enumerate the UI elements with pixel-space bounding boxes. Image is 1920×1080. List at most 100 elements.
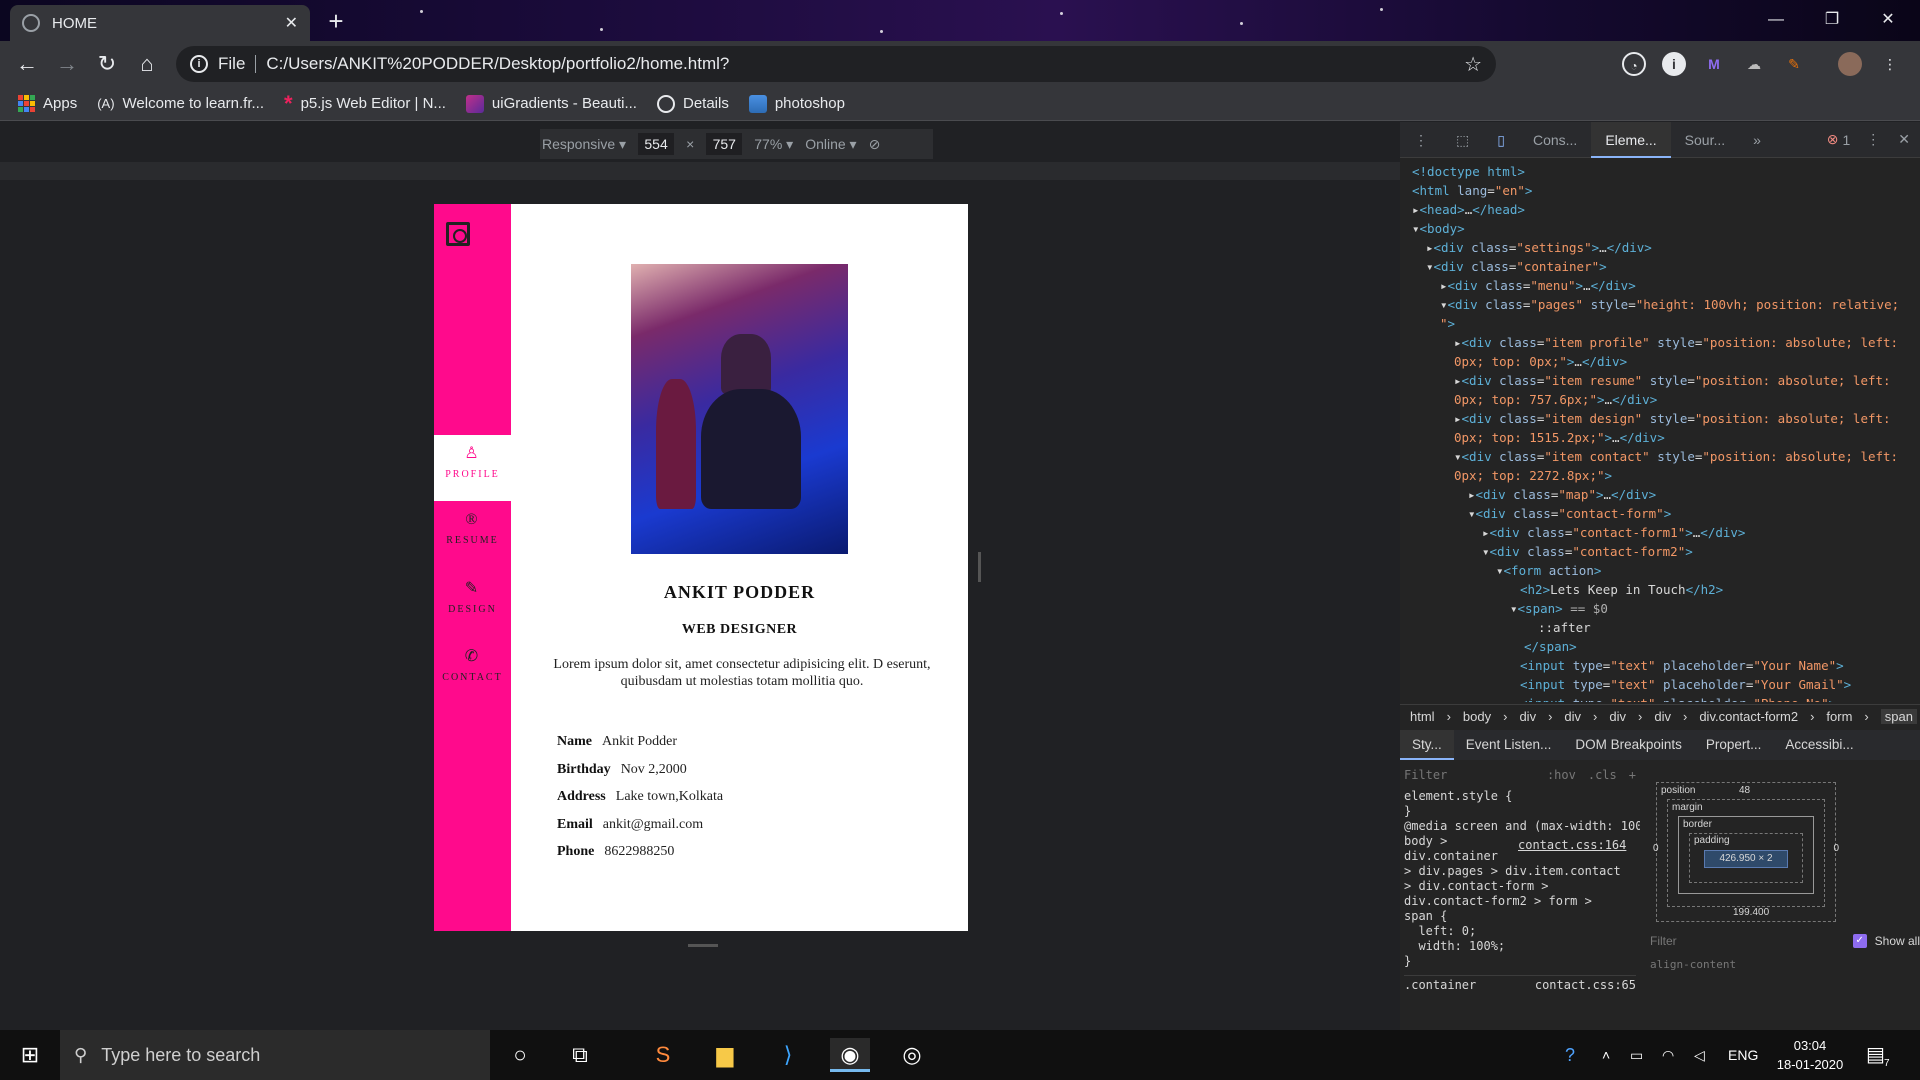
dom-line[interactable]: ▸<div class="item profile" style="positi… bbox=[1400, 333, 1920, 352]
battery-icon[interactable]: ▭ bbox=[1630, 1030, 1643, 1080]
height-input[interactable]: 757 bbox=[706, 133, 743, 155]
dom-line[interactable]: <!doctype html> bbox=[1400, 162, 1920, 181]
app-circle-icon[interactable]: ◎ bbox=[892, 1038, 932, 1072]
rotate-icon[interactable]: ⊘ bbox=[869, 136, 881, 153]
tab-dom-breakpoints[interactable]: DOM Breakpoints bbox=[1563, 730, 1694, 760]
dom-line[interactable]: ▾<div class="item contact" style="positi… bbox=[1400, 447, 1920, 466]
menu-item-profile[interactable]: ♙ PROFILE bbox=[434, 435, 511, 501]
dom-line[interactable]: </span> bbox=[1400, 637, 1920, 656]
vscode-icon[interactable]: ⟩ bbox=[768, 1038, 808, 1072]
address-bar[interactable]: i File C:/Users/ANKIT%20PODDER/Desktop/p… bbox=[176, 46, 1496, 82]
task-view-icon[interactable]: ⧉ bbox=[560, 1038, 600, 1072]
dom-line[interactable]: <input type="text" placeholder="Your Gma… bbox=[1400, 675, 1920, 694]
dom-line-selected[interactable]: ▾<span> == $0 bbox=[1400, 599, 1920, 618]
width-input[interactable]: 554 bbox=[638, 133, 675, 155]
devtools-menu-icon[interactable]: ⋮ bbox=[1400, 122, 1442, 158]
error-icon[interactable]: ⊗ bbox=[1827, 131, 1839, 148]
dom-line[interactable]: <input type="text" placeholder="Your Nam… bbox=[1400, 656, 1920, 675]
avatar[interactable] bbox=[1838, 52, 1862, 76]
file-explorer-icon[interactable]: ▆ bbox=[705, 1038, 745, 1072]
bookmark-apps[interactable]: Apps bbox=[18, 95, 77, 112]
dom-line[interactable]: ▾<body> bbox=[1400, 219, 1920, 238]
zoom-dropdown[interactable]: 77% ▾ bbox=[754, 136, 793, 153]
dom-line[interactable]: 0px; top: 2272.8px;"> bbox=[1400, 466, 1920, 485]
settings-menu-icon[interactable]: ⋮ bbox=[1858, 131, 1888, 148]
bookmark-learn[interactable]: (A) Welcome to learn.fr... bbox=[97, 95, 264, 112]
cortana-icon[interactable]: ○ bbox=[500, 1038, 540, 1072]
new-tab-button[interactable]: + bbox=[320, 8, 352, 36]
resize-handle-right[interactable] bbox=[978, 552, 981, 582]
breadcrumb[interactable]: body bbox=[1463, 709, 1491, 724]
tab-sources[interactable]: Sour... bbox=[1671, 122, 1739, 158]
windows-start-icon[interactable]: ⊞ bbox=[10, 1038, 50, 1072]
dom-line[interactable]: ▾<div class="contact-form2"> bbox=[1400, 542, 1920, 561]
dom-line[interactable]: ▾<div class="container"> bbox=[1400, 257, 1920, 276]
breadcrumb[interactable]: div bbox=[1654, 709, 1671, 724]
dom-line[interactable]: <h2>Lets Keep in Touch</h2> bbox=[1400, 580, 1920, 599]
back-button[interactable]: ← bbox=[12, 49, 42, 79]
close-window-button[interactable]: ✕ bbox=[1860, 4, 1916, 36]
wifi-icon[interactable]: ◠ bbox=[1662, 1030, 1674, 1080]
breadcrumb[interactable]: form bbox=[1826, 709, 1852, 724]
sublime-text-icon[interactable]: S bbox=[643, 1038, 683, 1072]
styles-filter-input[interactable]: Filter bbox=[1404, 768, 1535, 783]
dom-line[interactable]: 0px; top: 0px;">…</div> bbox=[1400, 352, 1920, 371]
taskbar-search[interactable]: ⚲ Type here to search bbox=[60, 1030, 490, 1080]
breadcrumb[interactable]: html bbox=[1410, 709, 1435, 724]
breadcrumb[interactable]: span bbox=[1880, 709, 1917, 724]
dom-line[interactable]: ▾<div class="contact-form"> bbox=[1400, 504, 1920, 523]
menu-item-resume[interactable]: ® RESUME bbox=[434, 503, 511, 569]
more-tabs[interactable]: » bbox=[1739, 122, 1775, 158]
close-devtools-icon[interactable]: ✕ bbox=[1888, 131, 1920, 148]
dom-line[interactable]: ▸<div class="settings">…</div> bbox=[1400, 238, 1920, 257]
chrome-icon[interactable]: ◉ bbox=[830, 1038, 870, 1072]
url-text[interactable]: C:/Users/ANKIT%20PODDER/Desktop/portfoli… bbox=[266, 54, 729, 74]
dom-line[interactable]: ▾<form action> bbox=[1400, 561, 1920, 580]
notification-icon[interactable]: ▤ bbox=[1866, 1030, 1885, 1080]
device-toggle-icon[interactable]: ▯ bbox=[1483, 122, 1519, 158]
tab-styles[interactable]: Sty... bbox=[1400, 730, 1454, 760]
dom-line[interactable]: ▸<div class="item design" style="positio… bbox=[1400, 409, 1920, 428]
settings-gear-icon[interactable] bbox=[446, 222, 470, 246]
more-menu-icon[interactable]: ⋮ bbox=[1878, 52, 1902, 76]
tab-home[interactable]: HOME ✕ bbox=[10, 5, 310, 41]
resize-handle-bottom[interactable] bbox=[688, 944, 718, 947]
star-bookmark-icon[interactable]: ☆ bbox=[1464, 52, 1482, 77]
help-icon[interactable]: ? bbox=[1565, 1030, 1575, 1080]
computed-filter-input[interactable]: Filter bbox=[1650, 934, 1845, 948]
extension-colorpicker-icon[interactable]: ✎ bbox=[1782, 52, 1806, 76]
bookmark-p5js[interactable]: * p5.js Web Editor | N... bbox=[284, 91, 446, 117]
media-query-bar[interactable] bbox=[0, 162, 1400, 180]
breadcrumb[interactable]: div bbox=[1564, 709, 1581, 724]
volume-icon[interactable]: ◁ bbox=[1694, 1030, 1705, 1080]
close-tab-icon[interactable]: ✕ bbox=[285, 13, 298, 33]
dom-line[interactable]: ▸<div class="menu">…</div> bbox=[1400, 276, 1920, 295]
dom-line[interactable]: ::after bbox=[1400, 618, 1920, 637]
breadcrumb[interactable]: div bbox=[1609, 709, 1626, 724]
tray-chevron-icon[interactable]: ˄ bbox=[1602, 1030, 1610, 1080]
reload-button[interactable]: ↻ bbox=[92, 49, 122, 79]
breadcrumb[interactable]: div.contact-form2 bbox=[1699, 709, 1798, 724]
style-source-link[interactable]: contact.css:164 bbox=[1518, 838, 1626, 853]
css-rules[interactable]: element.style { } @media screen and (max… bbox=[1404, 789, 1640, 969]
tab-event-listeners[interactable]: Event Listen... bbox=[1454, 730, 1564, 760]
minimize-button[interactable]: — bbox=[1748, 4, 1804, 36]
dom-line[interactable]: 0px; top: 757.6px;">…</div> bbox=[1400, 390, 1920, 409]
extension-cloud-icon[interactable]: ☁ bbox=[1742, 52, 1766, 76]
dom-line[interactable]: "> bbox=[1400, 314, 1920, 333]
dom-line[interactable]: ▸<div class="contact-form1">…</div> bbox=[1400, 523, 1920, 542]
tab-accessibility[interactable]: Accessibi... bbox=[1773, 730, 1865, 760]
extension-gauge-icon[interactable]: ◔ bbox=[1622, 52, 1646, 76]
dom-line[interactable]: <html lang="en"> bbox=[1400, 181, 1920, 200]
language-indicator[interactable]: ENG bbox=[1728, 1030, 1758, 1080]
bookmark-details[interactable]: Details bbox=[656, 94, 729, 113]
dom-line[interactable]: ▸<div class="item resume" style="positio… bbox=[1400, 371, 1920, 390]
dom-line[interactable]: ▸<head>…</head> bbox=[1400, 200, 1920, 219]
clock[interactable]: 03:04 18-01-2020 bbox=[1775, 1036, 1845, 1074]
tab-console[interactable]: Cons... bbox=[1519, 122, 1591, 158]
show-all-checkbox[interactable]: ✓ bbox=[1852, 934, 1867, 948]
breadcrumb[interactable]: div bbox=[1519, 709, 1536, 724]
bookmark-uigradients[interactable]: uiGradients - Beauti... bbox=[465, 94, 637, 113]
extension-m-icon[interactable]: M bbox=[1702, 52, 1726, 76]
dom-line[interactable]: ▸<div class="map">…</div> bbox=[1400, 485, 1920, 504]
